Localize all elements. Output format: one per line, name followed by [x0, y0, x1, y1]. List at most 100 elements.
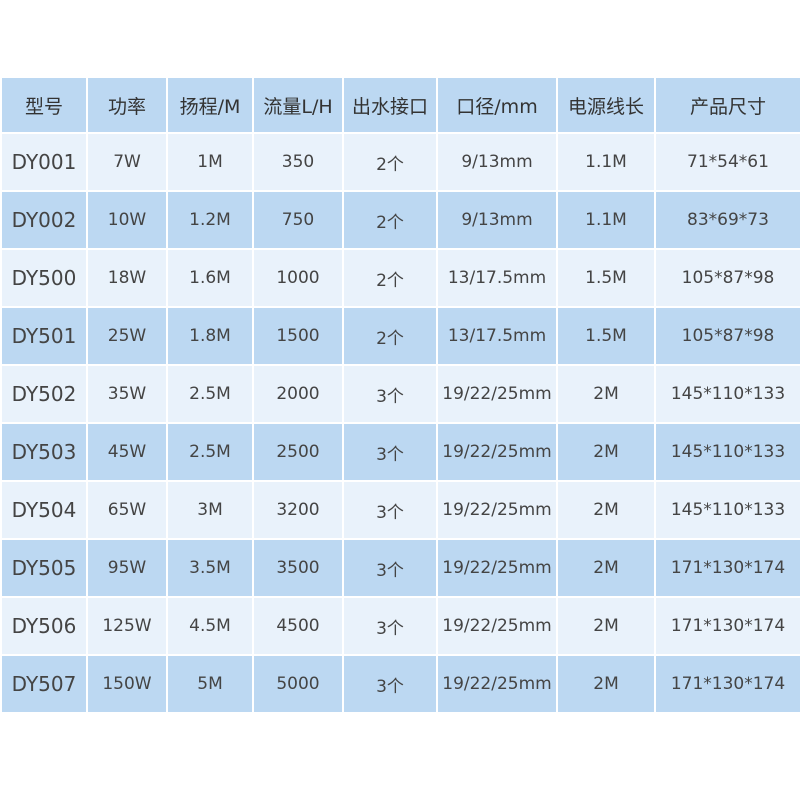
cell-power: 125W	[86, 596, 168, 656]
cell-caliber: 19/22/25mm	[436, 480, 558, 540]
table-body: DY001 7W 1M 350 2个 9/13mm 1.1M 71*54*61 DY002 10W…	[0, 132, 800, 714]
table-row: DY501 25W 1.8M 1500 2个 13/17.5mm 1.5M 105*87*98	[0, 306, 800, 366]
cell-flow: 2000	[252, 364, 344, 424]
cell-caliber: 13/17.5mm	[436, 306, 558, 366]
cell-dimensions: 83*69*73	[654, 190, 800, 250]
cell-head: 5M	[166, 654, 254, 714]
header-dimensions: 产品尺寸	[654, 76, 800, 134]
cell-power: 65W	[86, 480, 168, 540]
table-row: DY506 125W 4.5M 4500 3个 19/22/25mm 2M 171*130*1…	[0, 596, 800, 656]
cell-head: 4.5M	[166, 596, 254, 656]
header-flow: 流量L/H	[252, 76, 344, 134]
cell-flow: 3500	[252, 538, 344, 598]
cell-caliber: 19/22/25mm	[436, 654, 558, 714]
cell-dimensions: 171*130*174	[654, 596, 800, 656]
cell-power: 95W	[86, 538, 168, 598]
cell-cable-length: 1.5M	[556, 248, 656, 308]
cell-power: 45W	[86, 422, 168, 482]
table-row: DY503 45W 2.5M 2500 3个 19/22/25mm 2M 145*110*13…	[0, 422, 800, 482]
cell-dimensions: 105*87*98	[654, 248, 800, 308]
cell-head: 3.5M	[166, 538, 254, 598]
cell-caliber: 19/22/25mm	[436, 364, 558, 424]
cell-head: 1M	[166, 132, 254, 192]
table-row: DY504 65W 3M 3200 3个 19/22/25mm 2M 145*110*133	[0, 480, 800, 540]
cell-model: DY506	[0, 596, 88, 656]
cell-outlets: 2个	[342, 306, 438, 366]
cell-cable-length: 1.5M	[556, 306, 656, 366]
cell-power: 7W	[86, 132, 168, 192]
cell-flow: 1000	[252, 248, 344, 308]
cell-power: 18W	[86, 248, 168, 308]
cell-caliber: 19/22/25mm	[436, 596, 558, 656]
cell-flow: 750	[252, 190, 344, 250]
cell-outlets: 3个	[342, 364, 438, 424]
cell-cable-length: 2M	[556, 364, 656, 424]
cell-caliber: 13/17.5mm	[436, 248, 558, 308]
table-row: DY505 95W 3.5M 3500 3个 19/22/25mm 2M 171*130*17…	[0, 538, 800, 598]
cell-cable-length: 2M	[556, 596, 656, 656]
table-row: DY001 7W 1M 350 2个 9/13mm 1.1M 71*54*61	[0, 132, 800, 192]
cell-outlets: 3个	[342, 422, 438, 482]
cell-head: 1.8M	[166, 306, 254, 366]
table-row: DY502 35W 2.5M 2000 3个 19/22/25mm 2M 145*110*13…	[0, 364, 800, 424]
cell-dimensions: 145*110*133	[654, 480, 800, 540]
cell-dimensions: 145*110*133	[654, 364, 800, 424]
cell-model: DY503	[0, 422, 88, 482]
table-header: 型号 功率 扬程/M 流量L/H 出水接口 口径/mm 电源线长 产品尺寸	[0, 76, 800, 134]
cell-model: DY500	[0, 248, 88, 308]
cell-power: 25W	[86, 306, 168, 366]
cell-model: DY001	[0, 132, 88, 192]
cell-dimensions: 71*54*61	[654, 132, 800, 192]
cell-head: 2.5M	[166, 422, 254, 482]
header-row: 型号 功率 扬程/M 流量L/H 出水接口 口径/mm 电源线长 产品尺寸	[0, 76, 800, 134]
cell-outlets: 3个	[342, 654, 438, 714]
header-power: 功率	[86, 76, 168, 134]
header-caliber: 口径/mm	[436, 76, 558, 134]
cell-caliber: 19/22/25mm	[436, 422, 558, 482]
cell-flow: 2500	[252, 422, 344, 482]
table-row: DY002 10W 1.2M 750 2个 9/13mm 1.1M 83*69*73	[0, 190, 800, 250]
cell-cable-length: 1.1M	[556, 132, 656, 192]
cell-head: 3M	[166, 480, 254, 540]
cell-model: DY505	[0, 538, 88, 598]
cell-model: DY501	[0, 306, 88, 366]
cell-cable-length: 2M	[556, 422, 656, 482]
cell-model: DY502	[0, 364, 88, 424]
header-cable-length: 电源线长	[556, 76, 656, 134]
cell-outlets: 3个	[342, 480, 438, 540]
cell-head: 2.5M	[166, 364, 254, 424]
header-outlets: 出水接口	[342, 76, 438, 134]
cell-model: DY504	[0, 480, 88, 540]
cell-cable-length: 2M	[556, 538, 656, 598]
cell-head: 1.6M	[166, 248, 254, 308]
cell-caliber: 19/22/25mm	[436, 538, 558, 598]
cell-outlets: 3个	[342, 596, 438, 656]
cell-dimensions: 171*130*174	[654, 538, 800, 598]
table-row: DY507 150W 5M 5000 3个 19/22/25mm 2M 171*130*174	[0, 654, 800, 714]
cell-model: DY002	[0, 190, 88, 250]
cell-dimensions: 171*130*174	[654, 654, 800, 714]
cell-outlets: 2个	[342, 132, 438, 192]
cell-flow: 4500	[252, 596, 344, 656]
cell-outlets: 2个	[342, 248, 438, 308]
cell-cable-length: 2M	[556, 654, 656, 714]
table-row: DY500 18W 1.6M 1000 2个 13/17.5mm 1.5M 105*87*98	[0, 248, 800, 308]
cell-model: DY507	[0, 654, 88, 714]
spec-table: 型号 功率 扬程/M 流量L/H 出水接口 口径/mm 电源线长 产品尺寸 DY001 7W 1M…	[0, 76, 800, 714]
cell-outlets: 3个	[342, 538, 438, 598]
cell-flow: 5000	[252, 654, 344, 714]
header-model: 型号	[0, 76, 88, 134]
cell-head: 1.2M	[166, 190, 254, 250]
cell-caliber: 9/13mm	[436, 132, 558, 192]
cell-cable-length: 1.1M	[556, 190, 656, 250]
cell-flow: 3200	[252, 480, 344, 540]
cell-cable-length: 2M	[556, 480, 656, 540]
header-head: 扬程/M	[166, 76, 254, 134]
cell-power: 150W	[86, 654, 168, 714]
cell-flow: 1500	[252, 306, 344, 366]
cell-power: 10W	[86, 190, 168, 250]
cell-flow: 350	[252, 132, 344, 192]
cell-outlets: 2个	[342, 190, 438, 250]
cell-dimensions: 105*87*98	[654, 306, 800, 366]
cell-caliber: 9/13mm	[436, 190, 558, 250]
